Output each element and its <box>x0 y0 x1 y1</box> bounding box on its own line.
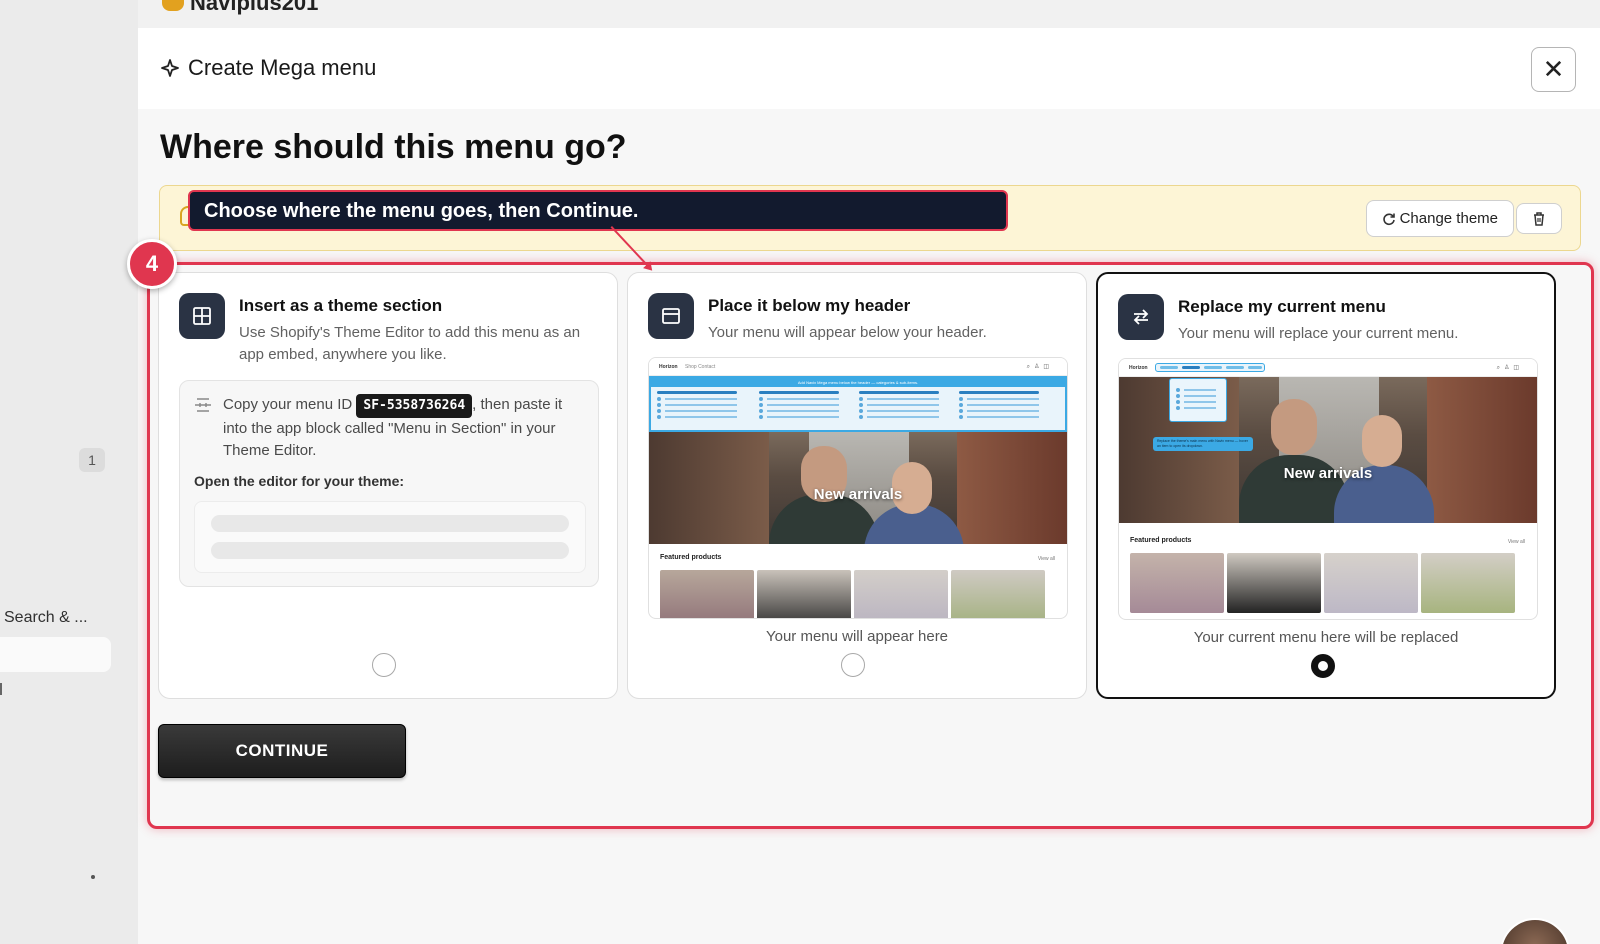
preview-product-image <box>1324 553 1418 613</box>
continue-button[interactable]: CONTINUE <box>158 724 406 778</box>
sidebar-indicator <box>0 683 2 695</box>
sidebar-dot <box>91 875 95 879</box>
menu-id-chip[interactable]: SF-5358736264 <box>356 394 473 418</box>
preview-replace-menu: Horizon ⌕♙◫ New arrivals Replace the the… <box>1118 358 1538 620</box>
page-title: Where should this menu go? <box>160 128 627 166</box>
preview-view-all: View all <box>1507 539 1525 545</box>
preview-hero-text: New arrivals <box>813 486 903 503</box>
preview-hero-image: New arrivals <box>649 432 1067 544</box>
option-title: Place it below my header <box>708 296 911 315</box>
refresh-icon <box>1382 212 1395 225</box>
paste-icon <box>195 398 211 412</box>
option-radio-replace-menu[interactable] <box>1311 654 1335 678</box>
preview-logo: Horizon <box>659 364 678 370</box>
preview-mega-column <box>657 391 737 422</box>
preview-view-all: View all <box>1037 556 1055 562</box>
tour-tooltip: Choose where the menu goes, then Continu… <box>188 190 1008 231</box>
modal-header: Create Mega menu ✕ <box>138 28 1600 109</box>
preview-mega-column <box>759 391 839 422</box>
sidebar-item-active[interactable] <box>0 637 111 672</box>
window-icon <box>648 293 694 339</box>
preview-mega-column <box>859 391 939 422</box>
preview-store-header: Horizon Shop Contact ⌕♙◫ <box>649 358 1067 376</box>
preview-replaced-nav <box>1155 363 1265 372</box>
menu-id-box: Copy your menu ID SF-5358736264, then pa… <box>179 380 599 587</box>
sidebar-count-badge: 1 <box>79 448 105 472</box>
app-title-text: Naviplus201 <box>190 0 319 15</box>
editor-label: Open the editor for your theme: <box>194 473 405 489</box>
option-radio-theme-section[interactable] <box>372 653 396 677</box>
swap-icon <box>1118 294 1164 340</box>
skeleton-line <box>211 515 569 532</box>
preview-featured-title: Featured products <box>660 554 722 561</box>
theme-list-loading <box>194 501 586 573</box>
trash-icon <box>1534 212 1544 226</box>
menu-id-instructions: Copy your menu ID SF-5358736264, then pa… <box>223 394 578 462</box>
option-caption: Your current menu here will be replaced <box>1193 629 1459 646</box>
preview-store-header: Horizon ⌕♙◫ <box>1119 359 1537 377</box>
modal-title-text: Create Mega menu <box>188 55 377 80</box>
option-title: Replace my current menu <box>1178 297 1386 316</box>
preview-nav: Shop Contact <box>685 364 716 370</box>
app-title: Naviplus201 <box>162 0 318 16</box>
option-description: Your menu will replace your current menu… <box>1178 325 1459 342</box>
preview-product-image <box>660 570 754 618</box>
preview-mega-column <box>959 391 1039 422</box>
preview-product-image <box>757 570 851 618</box>
preview-dropdown <box>1169 378 1227 422</box>
preview-mega-menu: Add Navix Mega menu below the header — c… <box>649 376 1067 432</box>
skeleton-line <box>211 542 569 559</box>
option-radio-below-header[interactable] <box>841 653 865 677</box>
modal-title: Create Mega menu <box>160 55 376 81</box>
option-card-below-header[interactable]: Place it below my header Your menu will … <box>627 272 1087 699</box>
create-mega-menu-modal: Create Mega menu ✕ Where should this men… <box>138 28 1600 944</box>
option-card-theme-section[interactable]: Insert as a theme section Use Shopify's … <box>158 272 618 699</box>
preview-logo: Horizon <box>1129 365 1148 371</box>
preview-product-image <box>951 570 1045 618</box>
preview-featured-title: Featured products <box>1130 537 1192 544</box>
change-theme-button[interactable]: Change theme <box>1365 200 1514 237</box>
preview-product-image <box>1130 553 1224 613</box>
app-header: Naviplus201 <box>138 0 1600 28</box>
app-logo-icon <box>162 0 184 12</box>
preview-below-header: Horizon Shop Contact ⌕♙◫ Add Navix Mega … <box>648 357 1068 619</box>
option-caption: Your menu will appear here <box>765 628 949 645</box>
sidebar-item-search[interactable]: Search & ... <box>4 609 88 627</box>
preview-hero-text: New arrivals <box>1283 465 1373 482</box>
preview-mega-banner: Add Navix Mega menu below the header — c… <box>651 378 1065 387</box>
option-title: Insert as a theme section <box>239 296 443 315</box>
preview-callout: Replace the theme's main menu with Navix… <box>1153 437 1253 451</box>
option-description: Use Shopify's Theme Editor to add this m… <box>239 324 581 363</box>
close-button[interactable]: ✕ <box>1531 47 1576 92</box>
preview-product-image <box>854 570 948 618</box>
sidebar: 1 Search & ... <box>0 0 138 944</box>
preview-header-icons: ⌕♙◫ <box>1026 364 1053 370</box>
preview-product-image <box>1227 553 1321 613</box>
copy-text-before: Copy your menu ID <box>223 396 353 413</box>
option-description: Your menu will appear below your header. <box>708 324 987 341</box>
preview-header-icons: ⌕♙◫ <box>1496 365 1523 371</box>
tour-step-badge: 4 <box>127 239 177 289</box>
sparkle-icon <box>161 59 179 77</box>
option-card-replace-menu[interactable]: Replace my current menu Your menu will r… <box>1096 272 1556 699</box>
grid-icon <box>179 293 225 339</box>
preview-product-image <box>1421 553 1515 613</box>
change-theme-label: Change theme <box>1399 210 1498 227</box>
delete-button[interactable] <box>1516 203 1562 234</box>
